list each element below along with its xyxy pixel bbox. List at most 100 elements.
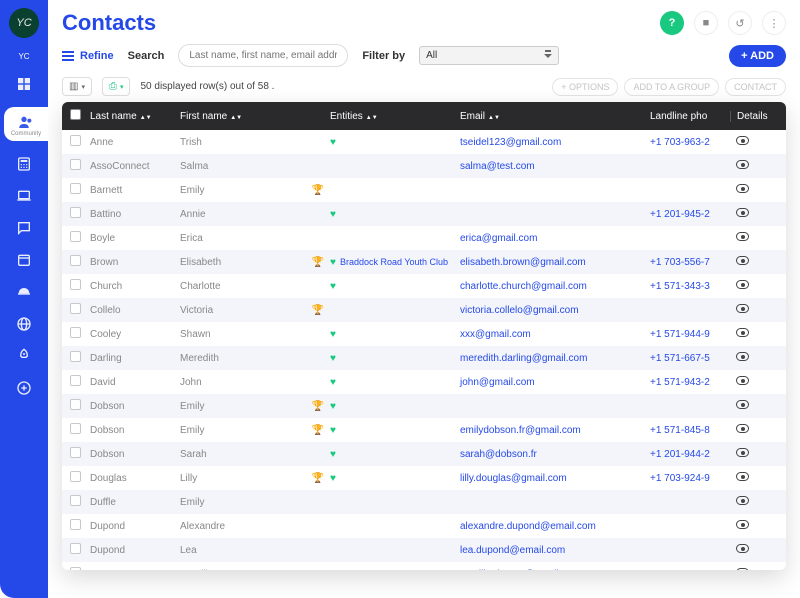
row-checkbox[interactable]: [70, 495, 81, 506]
org-logo[interactable]: YC: [9, 8, 39, 38]
table-row[interactable]: AnneTrish♥tseidel123@gmail.com+1 703-963…: [62, 130, 786, 154]
cell-email[interactable]: lea.dupond@email.com: [460, 545, 650, 556]
table-row[interactable]: DobsonEmily🏆♥: [62, 394, 786, 418]
table-row[interactable]: DavidJohn♥john@gmail.com+1 571-943-2: [62, 370, 786, 394]
row-checkbox[interactable]: [70, 159, 81, 170]
table-row[interactable]: ColleloVictoria🏆victoria.collelo@gmail.c…: [62, 298, 786, 322]
cell-email[interactable]: sarah@dobson.fr: [460, 449, 650, 460]
row-checkbox[interactable]: [70, 231, 81, 242]
columns-button[interactable]: ▥▾: [62, 77, 92, 96]
cell-details[interactable]: [730, 568, 772, 570]
cell-email[interactable]: emilydobson.fr@gmail.com: [460, 425, 650, 436]
cell-details[interactable]: [730, 472, 772, 484]
cell-email[interactable]: john@gmail.com: [460, 377, 650, 388]
nav-food-icon[interactable]: [15, 283, 33, 301]
table-row[interactable]: DupontCamillecamille.dupont@email.com: [62, 562, 786, 570]
col-last[interactable]: Last name▲▼: [90, 111, 180, 122]
nav-rocket-icon[interactable]: [15, 347, 33, 365]
select-all-checkbox[interactable]: [70, 109, 81, 120]
row-checkbox[interactable]: [70, 183, 81, 194]
add-button[interactable]: + ADD: [729, 45, 786, 67]
nav-laptop-icon[interactable]: [15, 187, 33, 205]
nav-community[interactable]: Community: [4, 107, 48, 141]
row-checkbox[interactable]: [70, 207, 81, 218]
cell-email[interactable]: charlotte.church@gmail.com: [460, 281, 650, 292]
table-row[interactable]: DuffleEmily: [62, 490, 786, 514]
video-icon[interactable]: ■: [694, 11, 718, 35]
cell-details[interactable]: [730, 448, 772, 460]
cell-details[interactable]: [730, 352, 772, 364]
cell-email[interactable]: victoria.collelo@gmail.com: [460, 305, 650, 316]
cell-phone[interactable]: +1 201-944-2: [650, 449, 730, 460]
table-row[interactable]: DobsonEmily🏆♥emilydobson.fr@gmail.com+1 …: [62, 418, 786, 442]
table-row[interactable]: DupondAlexandrealexandre.dupond@email.co…: [62, 514, 786, 538]
cell-phone[interactable]: +1 571-845-8: [650, 425, 730, 436]
cell-details[interactable]: [730, 304, 772, 316]
more-icon[interactable]: ⋮: [762, 11, 786, 35]
table-row[interactable]: BattinoAnnie♥+1 201-945-2: [62, 202, 786, 226]
cell-details[interactable]: [730, 328, 772, 340]
table-row[interactable]: ChurchCharlotte♥charlotte.church@gmail.c…: [62, 274, 786, 298]
col-email[interactable]: Email▲▼: [460, 111, 650, 122]
table-row[interactable]: DarlingMeredith♥meredith.darling@gmail.c…: [62, 346, 786, 370]
cell-details[interactable]: [730, 208, 772, 220]
options-button[interactable]: + OPTIONS: [552, 78, 618, 96]
cell-phone[interactable]: +1 571-943-2: [650, 377, 730, 388]
cell-details[interactable]: [730, 496, 772, 508]
row-checkbox[interactable]: [70, 279, 81, 290]
table-row[interactable]: AssoConnectSalmasalma@test.com: [62, 154, 786, 178]
table-row[interactable]: DouglasLilly🏆♥lilly.douglas@gmail.com+1 …: [62, 466, 786, 490]
cell-details[interactable]: [730, 136, 772, 148]
cell-details[interactable]: [730, 400, 772, 412]
cell-phone[interactable]: +1 201-945-2: [650, 209, 730, 220]
cell-phone[interactable]: +1 571-944-9: [650, 329, 730, 340]
nav-plus-icon[interactable]: [15, 379, 33, 397]
cell-details[interactable]: [730, 424, 772, 436]
print-button[interactable]: ⎙▾: [102, 77, 131, 96]
row-checkbox[interactable]: [70, 567, 81, 570]
cell-details[interactable]: [730, 544, 772, 556]
cell-details[interactable]: [730, 376, 772, 388]
table-row[interactable]: CooleyShawn♥xxx@gmail.com+1 571-944-9: [62, 322, 786, 346]
row-checkbox[interactable]: [70, 303, 81, 314]
table-row[interactable]: DupondLealea.dupond@email.com: [62, 538, 786, 562]
cell-email[interactable]: erica@gmail.com: [460, 233, 650, 244]
cell-phone[interactable]: +1 571-343-3: [650, 281, 730, 292]
row-checkbox[interactable]: [70, 519, 81, 530]
row-checkbox[interactable]: [70, 543, 81, 554]
row-checkbox[interactable]: [70, 447, 81, 458]
cell-phone[interactable]: +1 703-556-7: [650, 257, 730, 268]
col-first[interactable]: First name▲▼: [180, 111, 330, 122]
cell-email[interactable]: lilly.douglas@gmail.com: [460, 473, 650, 484]
row-checkbox[interactable]: [70, 255, 81, 266]
refresh-icon[interactable]: ↺: [728, 11, 752, 35]
add-to-group-button[interactable]: ADD TO A GROUP: [624, 78, 719, 96]
nav-dashboard-icon[interactable]: [15, 75, 33, 93]
cell-email[interactable]: camille.dupont@email.com: [460, 569, 650, 571]
help-icon[interactable]: ?: [660, 11, 684, 35]
cell-email[interactable]: alexandre.dupond@email.com: [460, 521, 650, 532]
row-checkbox[interactable]: [70, 471, 81, 482]
table-row[interactable]: DobsonSarah♥sarah@dobson.fr+1 201-944-2: [62, 442, 786, 466]
cell-phone[interactable]: +1 571-667-5: [650, 353, 730, 364]
cell-details[interactable]: [730, 256, 772, 268]
row-checkbox[interactable]: [70, 399, 81, 410]
entity-link[interactable]: Braddock Road Youth Club: [340, 257, 448, 268]
row-checkbox[interactable]: [70, 375, 81, 386]
cell-phone[interactable]: +1 703-963-2: [650, 137, 730, 148]
cell-details[interactable]: [730, 232, 772, 244]
table-row[interactable]: BoyleEricaerica@gmail.com: [62, 226, 786, 250]
cell-details[interactable]: [730, 280, 772, 292]
contact-button[interactable]: CONTACT: [725, 78, 786, 96]
cell-email[interactable]: xxx@gmail.com: [460, 329, 650, 340]
table-row[interactable]: BrownElisabeth🏆♥Braddock Road Youth Club…: [62, 250, 786, 274]
cell-details[interactable]: [730, 520, 772, 532]
cell-email[interactable]: elisabeth.brown@gmail.com: [460, 257, 650, 268]
nav-calculator-icon[interactable]: [15, 155, 33, 173]
row-checkbox[interactable]: [70, 351, 81, 362]
search-input[interactable]: [178, 44, 348, 67]
row-checkbox[interactable]: [70, 327, 81, 338]
row-checkbox[interactable]: [70, 423, 81, 434]
cell-email[interactable]: tseidel123@gmail.com: [460, 137, 650, 148]
nav-globe-icon[interactable]: [15, 315, 33, 333]
